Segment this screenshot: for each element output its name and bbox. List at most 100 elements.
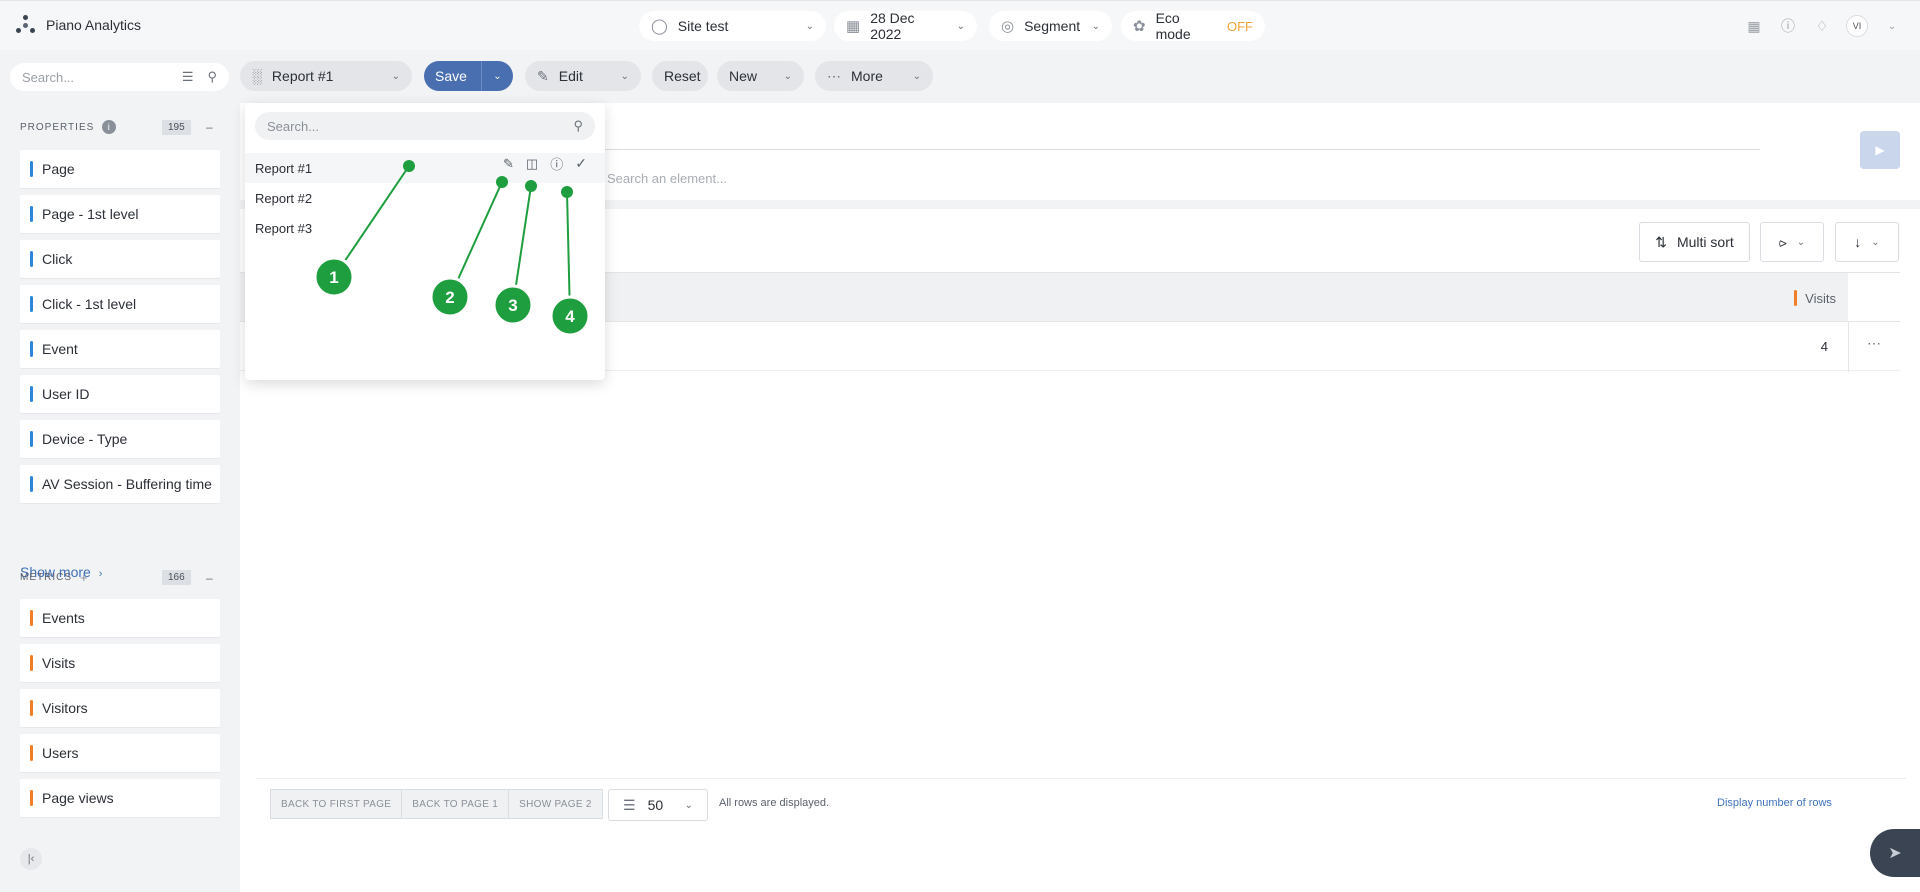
add-metric-icon[interactable]: +	[80, 570, 89, 585]
logo-icon	[14, 14, 36, 36]
property-item-page[interactable]: Page	[20, 150, 220, 188]
save-button[interactable]: Save ⌄	[424, 61, 513, 91]
property-item-page-1st-level[interactable]: Page - 1st level	[20, 195, 220, 233]
property-label: Page - 1st level	[42, 206, 139, 222]
chevron-down-icon: ⌄	[805, 20, 814, 32]
property-item-click-1st-level[interactable]: Click - 1st level	[20, 285, 220, 323]
table-header-end	[1848, 272, 1900, 321]
segment-label: Segment	[1024, 18, 1081, 34]
property-label: Event	[42, 341, 78, 357]
eco-mode-label: Eco mode	[1155, 10, 1191, 42]
report-search-input[interactable]: Search...	[267, 119, 319, 134]
back-to-page-1-button[interactable]: BACK TO PAGE 1	[402, 790, 510, 818]
filter-icon[interactable]: ☰	[182, 69, 194, 85]
download-button[interactable]: ↓ ⌄	[1835, 222, 1899, 262]
search-icon[interactable]: ⚲	[207, 69, 217, 85]
report-item[interactable]: Report #3	[245, 213, 605, 243]
property-label: Device - Type	[42, 431, 128, 447]
collapse-sidebar-button[interactable]: |‹	[20, 848, 42, 870]
chevron-down-icon: ⌄	[912, 70, 921, 82]
property-item-event[interactable]: Event	[20, 330, 220, 368]
metric-item-visits[interactable]: Visits	[20, 644, 220, 682]
metric-item-events[interactable]: Events	[20, 599, 220, 637]
report-selector-label: Report #1	[271, 68, 334, 84]
show-page-2-button[interactable]: SHOW PAGE 2	[509, 790, 602, 818]
back-to-first-page-button[interactable]: BACK TO FIRST PAGE	[271, 790, 403, 818]
rocket-launch-button[interactable]: ➤	[1870, 829, 1920, 877]
collapse-properties-button[interactable]: –	[206, 120, 214, 134]
edit-button[interactable]: ✎ Edit ⌄	[525, 61, 641, 91]
chevron-down-icon: ⌄	[684, 799, 693, 811]
pencil-icon[interactable]: ✎	[503, 156, 514, 172]
date-selector[interactable]: ▦ 28 Dec 2022 ⌄	[834, 10, 977, 42]
share-button[interactable]: ⪧ ⌄	[1760, 222, 1824, 262]
all-rows-status: All rows are displayed.	[719, 797, 830, 809]
help-icon[interactable]: ⓘ	[1778, 16, 1798, 36]
property-label: Click	[42, 251, 73, 267]
multi-sort-button[interactable]: ⇅ Multi sort	[1639, 222, 1750, 262]
display-rows-link[interactable]: Display number of rows	[1717, 797, 1832, 809]
avatar[interactable]: VI	[1846, 15, 1868, 37]
more-button[interactable]: ⋯ More ⌄	[815, 61, 933, 91]
eco-mode-toggle[interactable]: ✿ Eco mode OFF	[1121, 10, 1265, 42]
rows-per-page-select[interactable]: ☰ 50 ⌄	[608, 789, 708, 821]
property-item-user-id[interactable]: User ID	[20, 375, 220, 413]
site-selector[interactable]: ◯ Site test ⌄	[639, 11, 826, 41]
sort-icon: ⇅	[1655, 233, 1667, 250]
metric-item-visitors[interactable]: Visitors	[20, 689, 220, 727]
metric-item-page-views[interactable]: Page views	[20, 779, 220, 817]
info-icon[interactable]: ⓘ	[550, 154, 563, 173]
new-label: New	[729, 68, 758, 84]
chevron-down-icon[interactable]: ⌄	[1882, 16, 1902, 36]
run-query-button[interactable]: ▶	[1860, 131, 1900, 169]
multi-sort-label: Multi sort	[1676, 234, 1734, 250]
chevron-down-icon: ⌄	[1871, 236, 1880, 248]
reset-label: Reset	[664, 68, 701, 84]
sidebar-search-input[interactable]: Search...	[22, 70, 74, 85]
sidebar-search[interactable]: Search... ☰ ⚲	[10, 63, 229, 91]
search-element-input[interactable]: Search an element...	[607, 171, 727, 186]
properties-header: PROPERTIES i 195 –	[20, 119, 220, 135]
report-search[interactable]: Search... ⚲	[255, 112, 595, 140]
grid-icon[interactable]: ▦	[1744, 16, 1764, 36]
property-item-av-session-buffering[interactable]: AV Session - Buffering time	[20, 465, 220, 503]
edit-label: Edit	[558, 68, 583, 84]
trash-icon[interactable]: ◫	[526, 156, 538, 172]
report-item[interactable]: Report #2	[245, 183, 605, 213]
pencil-icon: ✎	[537, 67, 549, 84]
metric-label: Visitors	[42, 700, 88, 716]
save-label: Save	[435, 68, 467, 84]
metrics-count: 166	[162, 570, 191, 585]
metrics-header: METRICS + 166 –	[20, 570, 220, 585]
rows-per-page-value: 50	[647, 797, 664, 813]
chevron-down-icon: ⌄	[783, 70, 792, 82]
properties-count: 195	[162, 119, 191, 135]
report-selector[interactable]: ░ Report #1 ⌄	[240, 61, 412, 91]
more-label: More	[851, 68, 883, 84]
property-label: AV Session - Buffering time	[42, 476, 212, 492]
visits-value: 4	[1820, 339, 1828, 354]
metric-label: Page views	[42, 790, 114, 806]
bell-icon[interactable]: ♢	[1812, 16, 1832, 36]
chevron-down-icon: ⌄	[620, 70, 629, 82]
chevron-down-icon: ⌄	[391, 70, 400, 82]
property-label: User ID	[42, 386, 90, 402]
check-icon: ✓	[575, 155, 587, 171]
calendar-icon: ▦	[846, 18, 861, 35]
property-item-device-type[interactable]: Device - Type	[20, 420, 220, 458]
property-label: Page	[42, 161, 75, 177]
row-options-ellipsis-icon[interactable]: ⋯	[1867, 335, 1882, 352]
segment-selector[interactable]: ◎ Segment ⌄	[989, 11, 1112, 41]
eco-mode-state: OFF	[1227, 18, 1253, 34]
save-options-chevron-icon[interactable]: ⌄	[480, 61, 513, 91]
property-item-click[interactable]: Click	[20, 240, 220, 278]
metric-item-users[interactable]: Users	[20, 734, 220, 772]
new-button[interactable]: New ⌄	[717, 61, 804, 91]
reset-button[interactable]: Reset	[652, 61, 708, 91]
info-icon[interactable]: i	[102, 120, 117, 134]
rocket-icon: ➤	[1888, 845, 1902, 862]
collapse-metrics-button[interactable]: –	[206, 571, 214, 585]
report-item-actions: ✎ ◫ ⓘ ✓	[503, 154, 587, 173]
column-header-visits[interactable]: Visits	[1794, 290, 1836, 306]
app-logo[interactable]: Piano Analytics	[14, 14, 141, 36]
